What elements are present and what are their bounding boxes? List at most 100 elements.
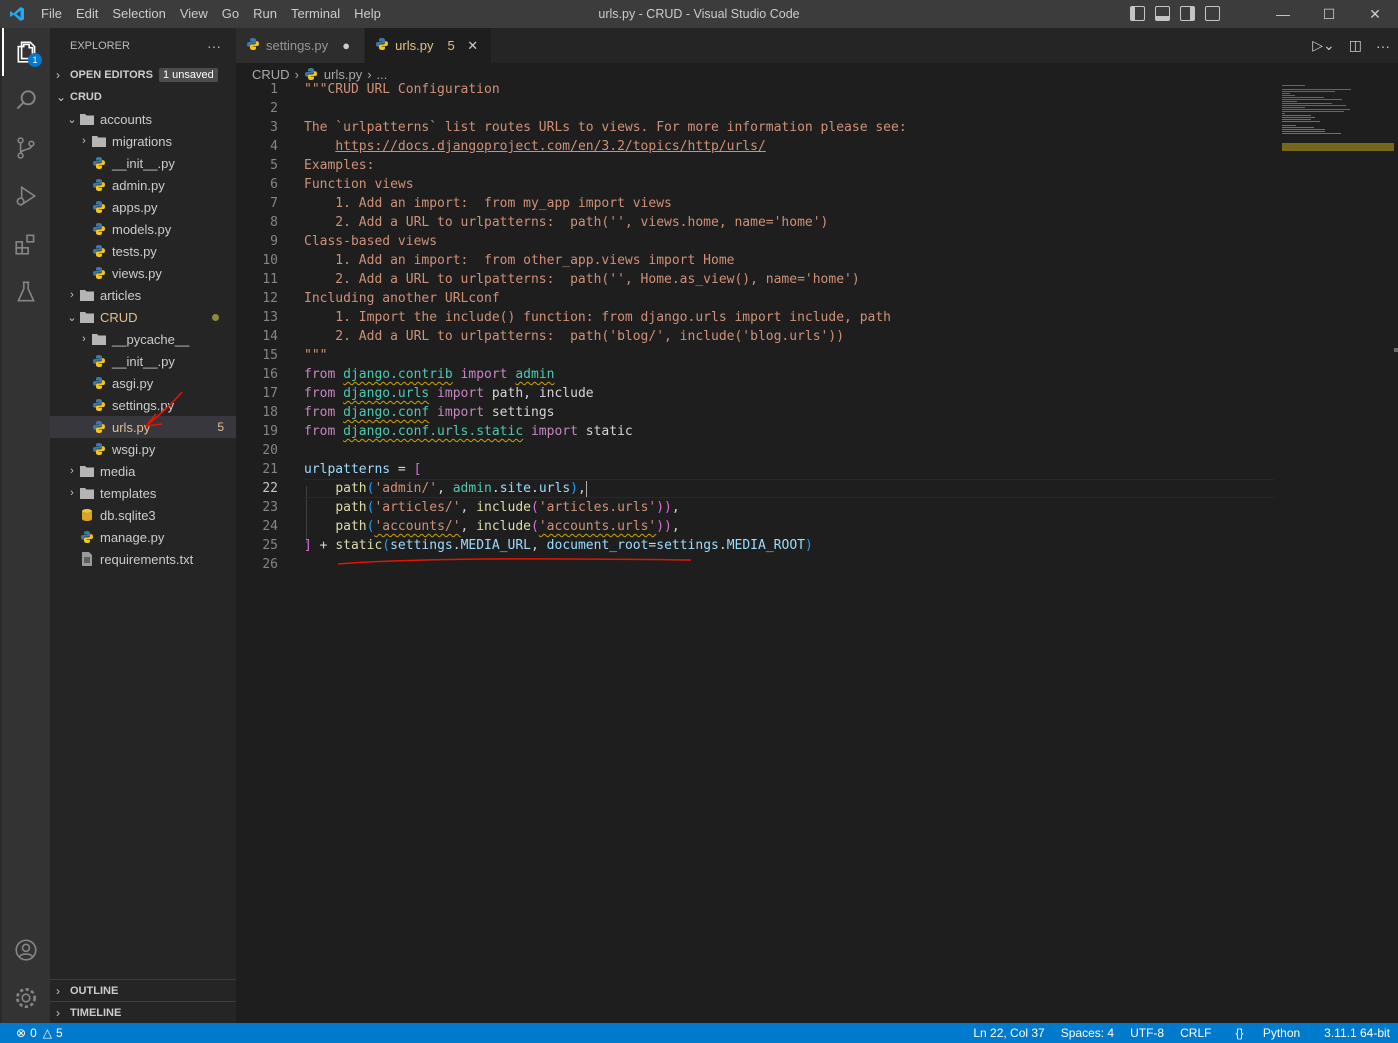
language-mode[interactable]: {} Python <box>1219 1026 1316 1040</box>
chevron-right-icon: › <box>82 333 86 345</box>
chevron-down-icon: ⌄ <box>67 113 77 126</box>
minimap-line <box>1282 125 1296 126</box>
scrollbar[interactable] <box>1394 348 1398 352</box>
indentation[interactable]: Spaces: 4 <box>1053 1026 1122 1040</box>
python-file-icon <box>246 37 260 54</box>
open-editors-section[interactable]: › OPEN EDITORS 1 unsaved <box>50 64 236 86</box>
folder-item[interactable]: ⌄ accounts <box>50 108 236 130</box>
problems-status[interactable]: ⊗ 0 △ 5 <box>0 1026 63 1040</box>
line-number: 25 <box>262 538 278 553</box>
file-item[interactable]: tests.py <box>50 240 236 262</box>
code-token: from <box>304 424 344 439</box>
python-file-icon <box>80 530 94 544</box>
code-token: settings <box>656 538 719 553</box>
toggle-sidebar-icon[interactable] <box>1130 6 1145 21</box>
close-icon[interactable]: ✕ <box>1352 0 1398 28</box>
line-number: 11 <box>262 272 278 287</box>
file-item[interactable]: __init__.py <box>50 350 236 372</box>
menu-item-go[interactable]: Go <box>215 0 246 28</box>
line-number: 24 <box>262 519 278 534</box>
folder-item[interactable]: › templates <box>50 482 236 504</box>
python-file-icon <box>92 222 106 236</box>
vscode-logo-icon <box>0 0 34 28</box>
maximize-icon[interactable]: ☐ <box>1306 0 1352 28</box>
menu-item-file[interactable]: File <box>34 0 69 28</box>
code-token: , <box>671 519 680 534</box>
menu-item-selection[interactable]: Selection <box>105 0 172 28</box>
file-item[interactable]: __init__.py <box>50 152 236 174</box>
file-item[interactable]: views.py <box>50 262 236 284</box>
file-item[interactable]: admin.py <box>50 174 236 196</box>
customize-layout-icon[interactable] <box>1205 6 1220 21</box>
folder-icon <box>80 112 94 126</box>
accounts-icon[interactable] <box>2 926 50 974</box>
workspace-root-section[interactable]: ⌄ CRUD <box>50 86 236 108</box>
line-ending[interactable]: CRLF <box>1172 1026 1219 1040</box>
chevron-right-icon: › <box>82 135 86 147</box>
file-item[interactable]: models.py <box>50 218 236 240</box>
tab-urls-py[interactable]: urls.py 5 ✕ <box>365 28 492 63</box>
folder-item[interactable]: ⌄ CRUD <box>50 306 236 328</box>
minimap-line <box>1282 103 1332 104</box>
tab-settings-py[interactable]: settings.py ● <box>236 28 366 63</box>
tree-item-label: templates <box>100 485 157 501</box>
minimize-icon[interactable]: — <box>1260 0 1306 28</box>
extensions-icon[interactable] <box>2 220 50 268</box>
menu-item-help[interactable]: Help <box>347 0 388 28</box>
line-number: 12 <box>262 291 278 306</box>
more-actions-icon[interactable]: ··· <box>207 38 221 54</box>
code-token: Examples: <box>304 158 375 173</box>
explorer-icon[interactable]: 1 <box>2 28 50 76</box>
code-line: ] + static(settings.MEDIA_URL, document_… <box>304 536 813 555</box>
unsaved-dot-icon[interactable]: ● <box>338 38 354 53</box>
toggle-secondary-sidebar-icon[interactable] <box>1180 6 1195 21</box>
file-item[interactable]: requirements.txt <box>50 548 236 570</box>
toggle-panel-icon[interactable] <box>1155 6 1170 21</box>
run-python-icon[interactable]: ▷⌄ <box>1312 37 1335 54</box>
menu-item-view[interactable]: View <box>173 0 215 28</box>
file-item[interactable]: manage.py <box>50 526 236 548</box>
folder-icon <box>80 288 94 302</box>
code-token: 1. Add an import: from my_app import vie… <box>304 196 672 211</box>
editor-area: settings.py ● urls.py 5 ✕ ▷⌄ ◫ ··· CRUD › urls… <box>236 28 1398 1023</box>
menu-item-edit[interactable]: Edit <box>69 0 105 28</box>
folder-item[interactable]: › articles <box>50 284 236 306</box>
outline-section[interactable]: › OUTLINE <box>50 979 236 1001</box>
file-item[interactable]: apps.py <box>50 196 236 218</box>
source-control-icon[interactable] <box>2 124 50 172</box>
more-actions-icon[interactable]: ··· <box>1376 38 1390 54</box>
activity-bar: 1 <box>0 28 50 1023</box>
line-number: 6 <box>270 177 278 192</box>
menu-item-terminal[interactable]: Terminal <box>284 0 347 28</box>
timeline-section[interactable]: › TIMELINE <box>50 1001 236 1023</box>
code-editor[interactable]: 1 """CRUD URL Configuration 2 3 The `urlpatt… <box>236 80 1276 1023</box>
annotation-underline <box>337 558 692 565</box>
file-item[interactable]: wsgi.py <box>50 438 236 460</box>
file-item[interactable]: db.sqlite3 <box>50 504 236 526</box>
minimap-line <box>1282 131 1326 132</box>
line-number: 1 <box>270 82 278 97</box>
python-interpreter[interactable]: 3.11.1 64-bit <box>1316 1026 1398 1040</box>
testing-icon[interactable] <box>2 268 50 316</box>
run-debug-icon[interactable] <box>2 172 50 220</box>
minimap[interactable] <box>1282 85 1396 165</box>
tree-item-label: migrations <box>112 133 172 149</box>
tab-label: urls.py <box>395 38 434 53</box>
encoding[interactable]: UTF-8 <box>1122 1026 1172 1040</box>
python-file-icon <box>304 67 318 81</box>
code-token: , <box>531 538 547 553</box>
cursor-position[interactable]: Ln 22, Col 37 <box>965 1026 1052 1040</box>
code-token: django.urls <box>343 386 430 401</box>
explorer-title: EXPLORER <box>70 40 130 52</box>
folder-item[interactable]: › __pycache__ <box>50 328 236 350</box>
folder-item[interactable]: › media <box>50 460 236 482</box>
code-line: """CRUD URL Configuration <box>304 80 500 99</box>
menu-item-run[interactable]: Run <box>246 0 284 28</box>
warning-icon: △ <box>42 1026 52 1040</box>
manage-gear-icon[interactable] <box>2 974 50 1022</box>
folder-item[interactable]: › migrations <box>50 130 236 152</box>
close-tab-icon[interactable]: ✕ <box>465 38 481 54</box>
search-icon[interactable] <box>2 76 50 124</box>
split-editor-icon[interactable]: ◫ <box>1349 37 1362 54</box>
database-icon <box>80 508 94 522</box>
